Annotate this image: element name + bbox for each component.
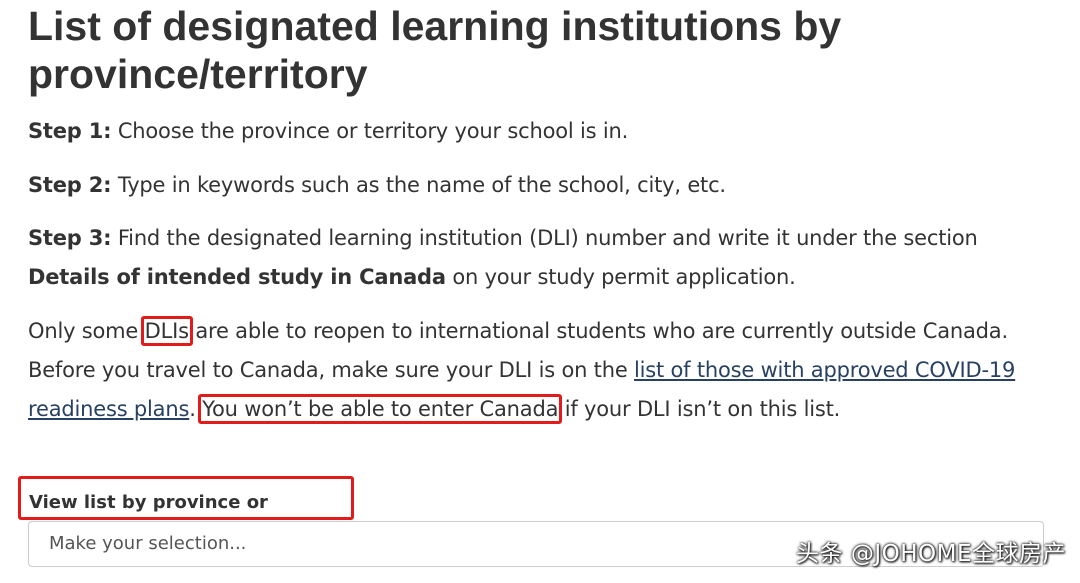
step-3-text: Find the designated learning institution… xyxy=(111,226,978,250)
step-3: Step 3: Find the designated learning ins… xyxy=(28,219,1048,297)
step-1-label: Step 1: xyxy=(28,119,112,143)
step-3-label: Step 3: xyxy=(28,226,112,250)
step-1: Step 1: Choose the province or territory… xyxy=(28,112,1048,151)
page-title: List of designated learning institutions… xyxy=(28,3,842,97)
notice-part-4: if your DLI isn’t on this list. xyxy=(558,397,841,421)
dlis-highlight: DLIs xyxy=(140,316,193,346)
step-3-bold: Details of intended study in Canada xyxy=(28,265,446,289)
step-2-label: Step 2: xyxy=(28,173,112,197)
step-3-text-after: on your study permit application. xyxy=(445,265,796,289)
notice-part-1: Only some xyxy=(28,319,145,343)
entry-warning-highlight: You won’t be able to enter Canada xyxy=(198,394,563,424)
step-2-text: Type in keywords such as the name of the… xyxy=(111,173,726,197)
province-select-label: View list by province or territory xyxy=(18,476,354,561)
notice-paragraph: Only some DLIs are able to reopen to int… xyxy=(28,312,1048,429)
watermark: 头条 @JOHOME全球房产 xyxy=(796,541,1066,567)
step-2: Step 2: Type in keywords such as the nam… xyxy=(28,166,1048,205)
step-1-text: Choose the province or territory your sc… xyxy=(111,119,629,143)
